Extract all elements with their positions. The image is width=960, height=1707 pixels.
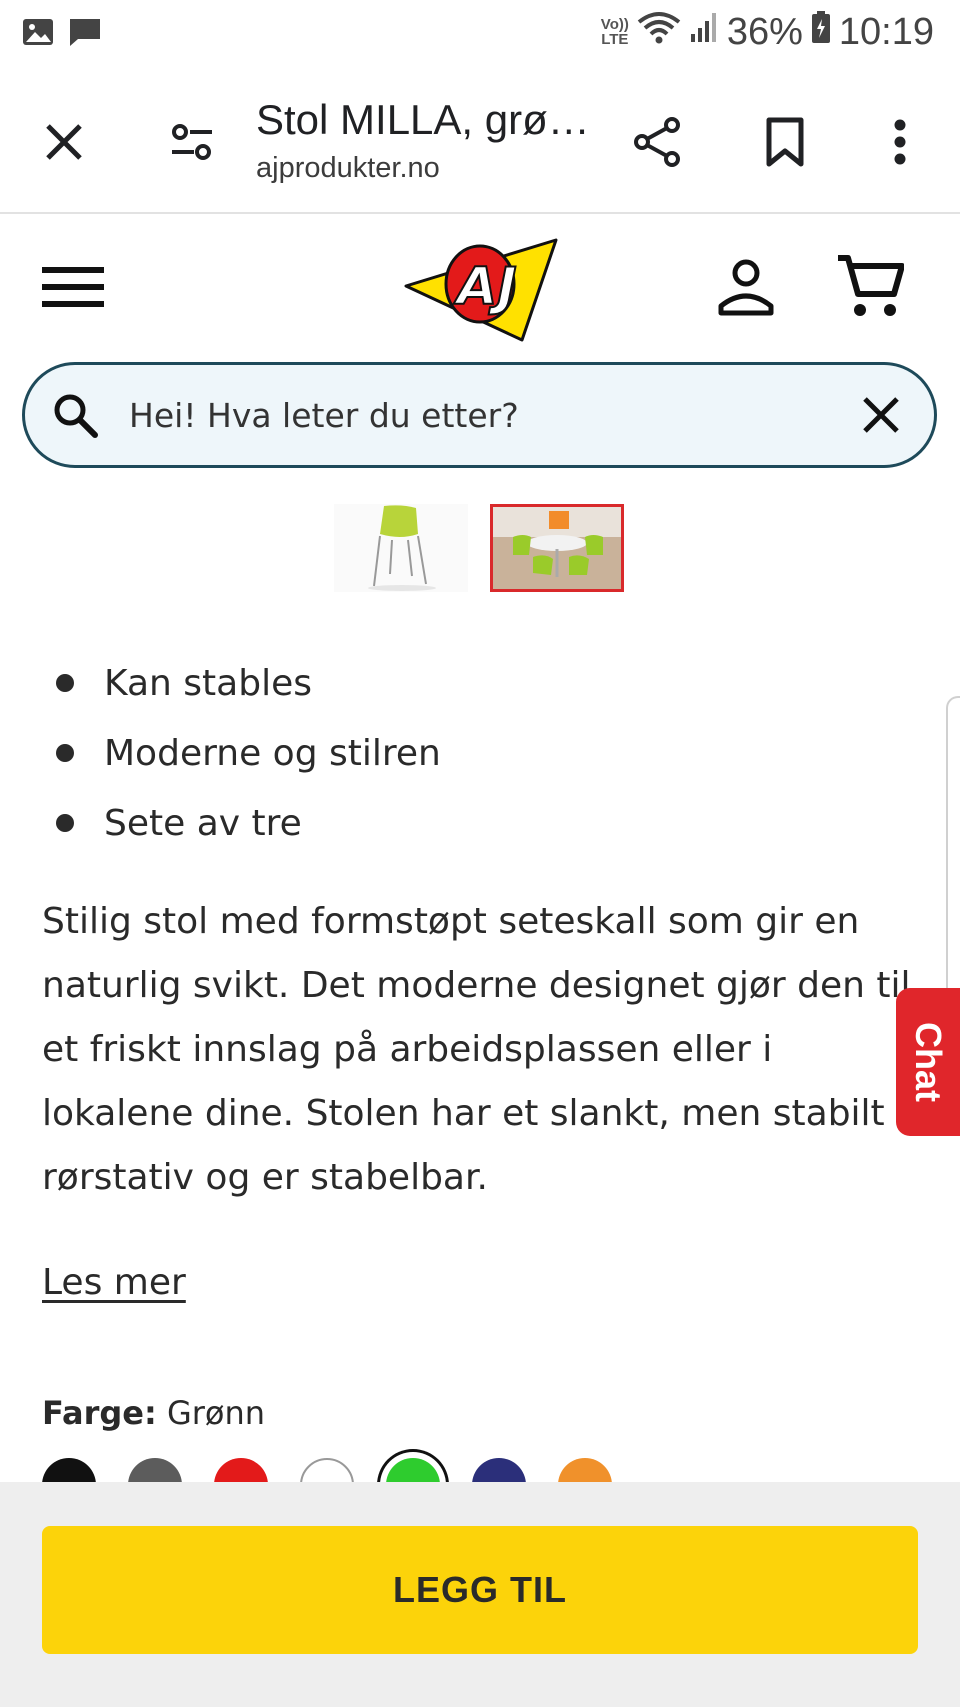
chat-label: Chat	[908, 1022, 949, 1102]
user-icon	[718, 259, 774, 316]
list-item: Sete av tre	[56, 788, 441, 858]
product-description: Stilig stol med formstøpt seteskall som …	[42, 901, 911, 1198]
browser-toolbar: Stol MILLA, grø… ajprodukter.no	[0, 70, 960, 214]
read-more-link[interactable]: Les mer	[42, 1262, 186, 1303]
site-settings-button[interactable]	[162, 70, 222, 214]
chair-image	[334, 504, 468, 592]
search-bar[interactable]	[22, 362, 937, 468]
share-icon	[634, 117, 680, 167]
search-input[interactable]	[129, 395, 829, 435]
page-title: Stol MILLA, grø…	[256, 96, 590, 143]
hamburger-icon	[42, 267, 104, 307]
clock: 10:19	[838, 10, 934, 53]
volte-indicator: Vo)) LTE	[601, 17, 629, 47]
close-tab-button[interactable]	[34, 70, 94, 214]
search-icon	[54, 394, 98, 438]
logo-text: AJ	[453, 257, 517, 317]
thumbnail-room[interactable]	[490, 504, 624, 592]
aj-logo-graphic: AJ	[404, 238, 558, 342]
battery-percent: 36%	[726, 10, 803, 53]
bullet-icon	[56, 814, 74, 832]
close-icon	[46, 124, 82, 160]
more-vert-icon	[894, 119, 906, 165]
add-to-cart-button[interactable]: LEGG TIL	[42, 1526, 918, 1654]
chat-button[interactable]: Chat	[896, 988, 960, 1136]
bullet-icon	[56, 674, 74, 692]
site-header: AJ	[0, 216, 960, 356]
side-panel-handle[interactable]	[946, 696, 960, 1026]
gallery-icon	[22, 16, 54, 52]
volte-bottom-label: LTE	[601, 31, 629, 48]
thumbnail-chair[interactable]	[334, 504, 468, 592]
color-value: Grønn	[166, 1394, 266, 1432]
product-thumbnails	[334, 504, 624, 592]
share-button[interactable]	[628, 70, 688, 214]
feature-text: Moderne og stilren	[104, 732, 441, 774]
wifi-icon	[637, 10, 681, 54]
bullet-icon	[56, 744, 74, 762]
clear-search-button[interactable]	[862, 396, 900, 434]
battery-icon	[811, 10, 831, 54]
cart-icon	[838, 255, 905, 316]
feature-text: Kan stables	[104, 662, 312, 704]
bookmark-icon	[766, 117, 804, 167]
list-item: Kan stables	[56, 648, 441, 718]
page-url: ajprodukter.no	[256, 152, 440, 184]
cart-button[interactable]	[836, 254, 905, 324]
close-icon	[863, 397, 899, 433]
status-bar: Vo)) LTE 36% 10:19	[0, 0, 960, 70]
room-image	[493, 507, 621, 589]
tune-icon	[172, 124, 212, 160]
signal-icon	[689, 10, 719, 54]
list-item: Moderne og stilren	[56, 718, 441, 788]
message-icon	[68, 16, 102, 52]
aj-logo[interactable]: AJ	[402, 226, 562, 348]
menu-button[interactable]	[42, 266, 104, 312]
color-selection-label: Farge: Grønn	[42, 1394, 265, 1432]
feature-text: Sete av tre	[104, 802, 302, 844]
bookmark-button[interactable]	[755, 70, 815, 214]
feature-list: Kan stables Moderne og stilren Sete av t…	[56, 648, 441, 858]
color-label: Farge:	[42, 1394, 157, 1432]
more-options-button[interactable]	[880, 70, 920, 214]
account-button[interactable]	[718, 258, 774, 320]
